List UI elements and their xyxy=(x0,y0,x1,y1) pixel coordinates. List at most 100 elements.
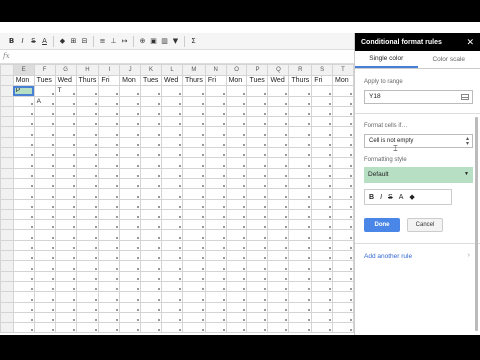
sheet-cell[interactable] xyxy=(119,219,142,231)
sheet-cell[interactable] xyxy=(181,105,206,118)
sheet-cell[interactable] xyxy=(75,311,100,324)
sheet-cell[interactable] xyxy=(12,188,35,200)
range-input[interactable]: Y18 xyxy=(364,90,473,104)
sheet-cell[interactable] xyxy=(119,322,142,334)
sheet-cell[interactable] xyxy=(119,301,142,313)
day-cell[interactable]: Wed xyxy=(54,74,77,87)
sheet-cell[interactable] xyxy=(246,126,269,138)
sheet-cell[interactable] xyxy=(33,157,56,169)
row-header[interactable] xyxy=(0,105,14,118)
sheet-cell[interactable] xyxy=(225,198,248,210)
sheet-cell[interactable] xyxy=(75,219,100,231)
sheet-cell[interactable] xyxy=(98,219,121,231)
row-header[interactable] xyxy=(0,291,14,303)
sheet-cell[interactable] xyxy=(246,116,269,128)
sheet-cell[interactable] xyxy=(181,219,206,231)
sheet-cell[interactable] xyxy=(12,239,35,252)
sheet-cell[interactable] xyxy=(311,177,334,190)
sheet-cell[interactable] xyxy=(288,260,313,272)
sheet-cell[interactable] xyxy=(119,126,142,138)
sheet-cell[interactable] xyxy=(140,219,163,231)
sheet-cell[interactable] xyxy=(267,116,290,128)
sheet-cell[interactable] xyxy=(12,301,35,313)
sheet-cell[interactable] xyxy=(225,188,248,200)
sheet-cell[interactable] xyxy=(246,270,269,282)
sheet-cell[interactable] xyxy=(12,322,35,334)
sheet-cell[interactable] xyxy=(181,229,206,241)
sheet-cell[interactable] xyxy=(98,198,121,210)
row-header[interactable] xyxy=(0,311,14,324)
sheet-cell[interactable] xyxy=(161,177,183,190)
column-header[interactable]: L xyxy=(161,64,183,76)
sheet-cell[interactable] xyxy=(98,126,121,138)
sheet-cell[interactable] xyxy=(12,229,35,241)
sheet-cell[interactable] xyxy=(267,208,290,221)
sheet-cell[interactable] xyxy=(54,270,77,282)
sheet-cell[interactable] xyxy=(119,85,142,97)
sheet-cell[interactable] xyxy=(267,219,290,231)
day-cell[interactable]: Wed xyxy=(267,74,290,87)
sheet-cell[interactable] xyxy=(33,177,56,190)
strikethrough-icon[interactable]: S xyxy=(388,194,393,201)
sheet-cell[interactable] xyxy=(12,167,35,179)
sheet-cell[interactable] xyxy=(288,311,313,324)
sheet-cell[interactable] xyxy=(267,250,290,262)
sheet-cell[interactable] xyxy=(140,270,163,282)
sheet-cell[interactable] xyxy=(246,219,269,231)
row-header[interactable] xyxy=(0,250,14,262)
sheet-cell[interactable] xyxy=(98,270,121,282)
fill-color-icon[interactable]: ◆ xyxy=(409,193,414,201)
row-header[interactable] xyxy=(0,85,14,97)
sheet-cell[interactable] xyxy=(33,270,56,282)
cancel-button[interactable]: Cancel xyxy=(407,218,443,232)
sheet-cell[interactable] xyxy=(204,177,227,190)
italic-button[interactable]: I xyxy=(17,35,28,48)
sheet-cell[interactable] xyxy=(311,301,334,313)
sheet-cell[interactable] xyxy=(225,311,248,324)
sheet-cell[interactable] xyxy=(33,250,56,262)
sheet-cell[interactable]: P xyxy=(12,85,35,97)
sheet-cell[interactable] xyxy=(267,301,290,313)
sheet-cell[interactable] xyxy=(54,95,77,107)
sheet-cell[interactable] xyxy=(54,280,77,293)
sheet-cell[interactable] xyxy=(98,85,121,97)
sheet-cell[interactable] xyxy=(225,208,248,221)
sheet-cell[interactable] xyxy=(54,126,77,138)
row-header[interactable] xyxy=(0,74,14,87)
sheet-cell[interactable] xyxy=(12,157,35,169)
sheet-cell[interactable] xyxy=(119,198,142,210)
sheet-cell[interactable] xyxy=(288,126,313,138)
row-header[interactable] xyxy=(0,136,14,149)
merge-button[interactable]: ⊟ xyxy=(79,35,90,48)
sheet-cell[interactable] xyxy=(332,239,354,252)
bold-icon[interactable]: B xyxy=(369,194,374,201)
sheet-cell[interactable] xyxy=(161,208,183,221)
sheet-cell[interactable] xyxy=(181,208,206,221)
sheet-cell[interactable] xyxy=(98,250,121,262)
sheet-cell[interactable] xyxy=(204,147,227,159)
sheet-cell[interactable] xyxy=(204,126,227,138)
sheet-cell[interactable]: A xyxy=(33,95,56,107)
sheet-cell[interactable] xyxy=(332,116,354,128)
day-cell[interactable]: Wed xyxy=(161,74,183,87)
sheet-cell[interactable] xyxy=(181,280,206,293)
sheet-cell[interactable] xyxy=(140,260,163,272)
sheet-cell[interactable] xyxy=(204,260,227,272)
sheet-cell[interactable] xyxy=(119,229,142,241)
sheet-cell[interactable] xyxy=(54,188,77,200)
sheet-cell[interactable] xyxy=(12,105,35,118)
sheet-cell[interactable] xyxy=(140,239,163,252)
sheet-cell[interactable] xyxy=(54,239,77,252)
sheet-cell[interactable] xyxy=(311,219,334,231)
sheet-cell[interactable] xyxy=(140,188,163,200)
sheet-cell[interactable] xyxy=(161,322,183,334)
sheet-cell[interactable] xyxy=(33,136,56,149)
sheet-cell[interactable] xyxy=(12,219,35,231)
sheet-cell[interactable] xyxy=(288,116,313,128)
sheet-cell[interactable] xyxy=(98,291,121,303)
row-header[interactable] xyxy=(0,322,14,334)
sheet-cell[interactable] xyxy=(225,136,248,149)
sheet-cell[interactable] xyxy=(54,219,77,231)
sheet-cell[interactable] xyxy=(288,105,313,118)
day-cell[interactable]: Mon xyxy=(332,74,354,87)
